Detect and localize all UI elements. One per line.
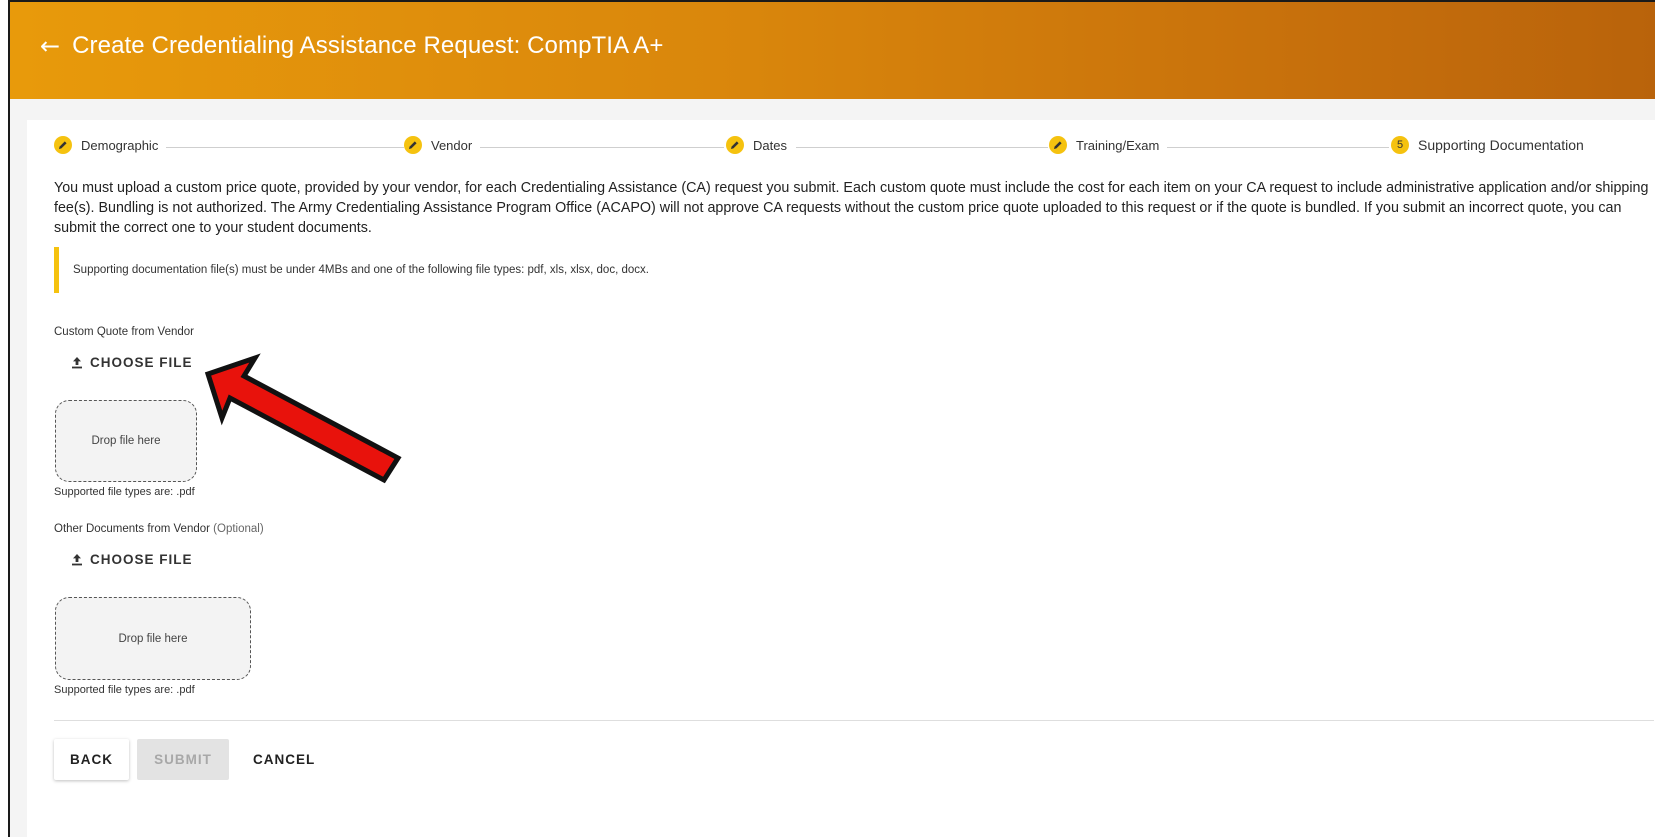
page-title: Create Credentialing Assistance Request:…: [72, 32, 664, 59]
app-frame: ← Create Credentialing Assistance Reques…: [8, 0, 1655, 837]
other-docs-dropzone[interactable]: Drop file here: [55, 597, 251, 680]
step-number-badge: 5: [1391, 136, 1409, 154]
stepper-connector: [1154, 147, 1389, 148]
form-card: Demographic Vendor Dates Training/Exam 5…: [27, 120, 1655, 837]
upload-icon: [72, 553, 82, 565]
pencil-icon: [1049, 136, 1067, 154]
optional-tag: (Optional): [213, 523, 264, 535]
custom-quote-label: Custom Quote from Vendor: [54, 326, 194, 338]
stepper-connector: [796, 147, 1048, 148]
form-actions: BACK SUBMIT CANCEL: [54, 739, 331, 780]
custom-quote-supported-types: Supported file types are: .pdf: [54, 486, 195, 498]
divider: [54, 720, 1654, 721]
step-label: Demographic: [81, 137, 159, 153]
intro-text: You must upload a custom price quote, pr…: [54, 180, 1649, 236]
step-label: Supporting Documentation: [1418, 137, 1584, 153]
other-docs-choose-file-button[interactable]: CHOOSE FILE: [70, 552, 193, 567]
step-vendor[interactable]: Vendor: [404, 136, 481, 154]
step-demographic[interactable]: Demographic: [54, 136, 167, 154]
submit-button[interactable]: SUBMIT: [137, 739, 229, 780]
other-docs-label-text: Other Documents from Vendor: [54, 523, 210, 535]
other-docs-supported-types: Supported file types are: .pdf: [54, 684, 195, 696]
choose-file-label: CHOOSE FILE: [90, 552, 193, 567]
upload-icon: [72, 356, 82, 368]
step-dates[interactable]: Dates: [726, 136, 795, 154]
pencil-icon: [404, 136, 422, 154]
pencil-icon: [54, 136, 72, 154]
stepper: Demographic Vendor Dates Training/Exam 5…: [54, 136, 1654, 160]
step-label: Vendor: [431, 137, 473, 153]
header-title-row: ← Create Credentialing Assistance Reques…: [40, 32, 664, 60]
stepper-connector: [474, 147, 724, 148]
stepper-connector: [154, 147, 404, 148]
page-header: ← Create Credentialing Assistance Reques…: [10, 2, 1655, 99]
pencil-icon: [726, 136, 744, 154]
cancel-button[interactable]: CANCEL: [237, 739, 331, 780]
other-docs-label: Other Documents from Vendor (Optional): [54, 523, 264, 535]
step-supporting-documentation[interactable]: 5 Supporting Documentation: [1391, 136, 1592, 154]
choose-file-label: CHOOSE FILE: [90, 355, 193, 370]
step-label: Training/Exam: [1076, 137, 1160, 153]
dropzone-text: Drop file here: [91, 435, 161, 447]
custom-quote-choose-file-button[interactable]: CHOOSE FILE: [70, 355, 193, 370]
step-training-exam[interactable]: Training/Exam: [1049, 136, 1168, 154]
file-requirements-note: Supporting documentation file(s) must be…: [54, 247, 649, 293]
custom-quote-dropzone[interactable]: Drop file here: [55, 400, 197, 482]
arrow-left-icon[interactable]: ←: [40, 34, 60, 58]
dropzone-text: Drop file here: [118, 632, 188, 645]
step-label: Dates: [753, 137, 787, 153]
back-button[interactable]: BACK: [54, 739, 129, 780]
